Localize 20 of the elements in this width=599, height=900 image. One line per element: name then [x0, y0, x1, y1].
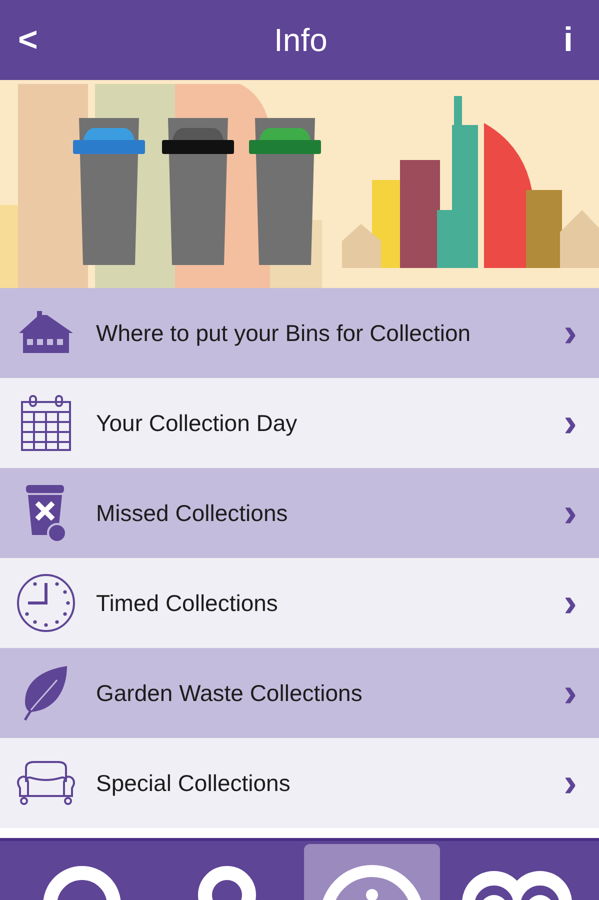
chevron-icon: › — [564, 403, 577, 443]
chevron-icon: › — [564, 313, 577, 353]
menu-item[interactable]: Special Collections › — [0, 738, 599, 828]
chevron-icon: › — [564, 493, 577, 533]
chevron-icon: › — [564, 673, 577, 713]
clock-icon — [16, 573, 76, 633]
menu-item[interactable]: Where to put your Bins for Collection › — [0, 288, 599, 378]
bin-icon — [24, 483, 68, 543]
menu-item[interactable]: Missed Collections › — [0, 468, 599, 558]
calendar-icon — [20, 394, 72, 452]
chevron-icon: › — [564, 763, 577, 803]
house-icon — [17, 311, 75, 355]
menu-item[interactable]: Your Collection Day › — [0, 378, 599, 468]
page-title: Info — [274, 22, 328, 58]
sofa-icon — [16, 760, 76, 806]
menu-item[interactable]: Timed Collections › — [0, 558, 599, 648]
back-button[interactable]: < — [14, 23, 42, 57]
info-button[interactable]: i — [560, 23, 577, 57]
chevron-icon: › — [564, 583, 577, 623]
menu-item[interactable]: Garden Waste Collections › — [0, 648, 599, 738]
